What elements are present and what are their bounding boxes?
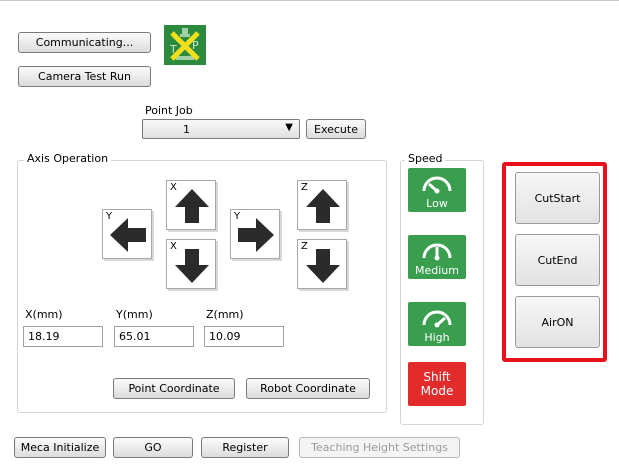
cut-start-button[interactable]: CutStart [515, 172, 600, 224]
point-job-select[interactable]: 1 ▼ [142, 119, 300, 139]
y-minus-button[interactable]: Y [102, 209, 152, 259]
execute-button[interactable]: Execute [306, 119, 366, 139]
chevron-down-icon: ▼ [285, 122, 293, 133]
register-button[interactable]: Register [201, 437, 289, 458]
z-plus-button[interactable]: Z [297, 180, 347, 230]
x-mm-field[interactable]: 18.19 [23, 326, 103, 347]
speed-low-button[interactable]: Low [408, 168, 466, 212]
speed-high-label: High [424, 331, 450, 344]
point-job-selected-value: 1 [183, 123, 190, 136]
z-mm-label: Z(mm) [206, 308, 244, 321]
x-minus-button[interactable]: X [166, 239, 216, 289]
teaching-pendant-icon[interactable]: T P [164, 25, 206, 65]
communicating-button[interactable]: Communicating... [18, 32, 151, 53]
teaching-height-settings-button[interactable]: Teaching Height Settings [299, 437, 460, 458]
x-mm-label: X(mm) [25, 308, 63, 321]
x-plus-button[interactable]: X [166, 180, 216, 230]
air-on-button[interactable]: AirON [515, 296, 600, 348]
arrow-left-icon [110, 218, 146, 252]
top-divider [0, 0, 619, 1]
speed-medium-button[interactable]: Medium [408, 235, 466, 279]
y-mm-label: Y(mm) [116, 308, 153, 321]
z-minus-button[interactable]: Z [297, 239, 347, 289]
arrow-down-icon [306, 249, 340, 283]
point-coordinate-button[interactable]: Point Coordinate [113, 378, 235, 399]
shift-mode-line2: Mode [420, 384, 454, 398]
point-job-label: Point Job [145, 104, 193, 117]
speed-medium-label: Medium [415, 264, 459, 277]
y-plus-button[interactable]: Y [230, 209, 280, 259]
meca-initialize-button[interactable]: Meca Initialize [14, 437, 106, 458]
speed-high-button[interactable]: High [408, 302, 466, 346]
arrow-up-icon [175, 189, 209, 223]
arrow-right-icon [238, 218, 274, 252]
arrow-up-icon [306, 189, 340, 223]
axis-operation-title: Axis Operation [24, 152, 112, 165]
speedometer-icon [422, 243, 452, 261]
camera-test-run-button[interactable]: Camera Test Run [18, 66, 151, 87]
y-mm-field[interactable]: 65.01 [114, 326, 194, 347]
cut-end-button[interactable]: CutEnd [515, 234, 600, 286]
shift-mode-button[interactable]: Shift Mode [408, 362, 466, 406]
speed-title: Speed [405, 152, 446, 165]
robot-coordinate-button[interactable]: Robot Coordinate [246, 378, 370, 399]
go-button[interactable]: GO [113, 437, 193, 458]
speedometer-icon [422, 310, 452, 328]
arrow-down-icon [175, 249, 209, 283]
speedometer-icon [422, 176, 452, 194]
shift-mode-line1: Shift [423, 370, 451, 384]
speed-low-label: Low [426, 197, 448, 210]
z-mm-field[interactable]: 10.09 [204, 326, 284, 347]
